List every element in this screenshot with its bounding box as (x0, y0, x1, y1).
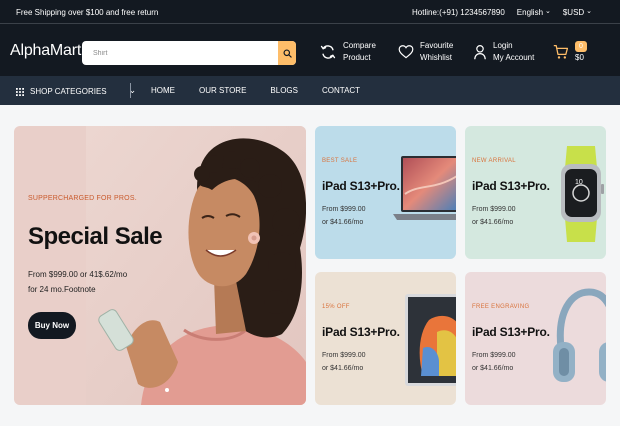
top-bar: Free Shipping over $100 and free return … (0, 0, 620, 24)
cart-total: $0 (575, 53, 584, 62)
promo-card-new-arrival[interactable]: NEW ARRIVAL iPad S13+Pro. From $999.00 o… (465, 126, 606, 259)
grid-menu-icon (16, 87, 24, 96)
card-tag: 15% OFF (322, 304, 350, 310)
logo[interactable]: AlphaMart (10, 42, 81, 60)
wishlist-sublabel: Whishlist (420, 53, 453, 62)
shop-categories-label: SHOP CATEGORIES (30, 87, 107, 96)
promo-card-engraving[interactable]: FREE ENGRAVING iPad S13+Pro. From $999.0… (465, 272, 606, 405)
wishlist-link[interactable]: Favourite Whishlist (398, 40, 453, 64)
search-bar (82, 41, 296, 65)
heart-icon (398, 45, 414, 59)
nav-link-blogs[interactable]: BLOGS (270, 86, 298, 95)
account-sublabel: My Account (493, 53, 535, 62)
currency-select[interactable]: $USD (563, 8, 592, 17)
hero-woman-image (86, 126, 306, 405)
card-price: From $999.00 (322, 352, 366, 359)
search-icon (282, 48, 292, 58)
cart-link[interactable]: 0 $0 (553, 40, 587, 64)
laptop-image (393, 156, 456, 220)
compare-sublabel: Product (343, 53, 371, 62)
hotline[interactable]: Hotline:(+91) 1234567890 (412, 8, 505, 17)
search-button[interactable] (278, 41, 296, 65)
card-product-name: iPad S13+Pro. (472, 179, 550, 193)
card-price: From $999.00 (472, 352, 516, 359)
card-tag: FREE ENGRAVING (472, 304, 530, 310)
nav-link-home[interactable]: HOME (151, 86, 175, 95)
hero-tagline: SUPPERCHARGED FOR PROS. (28, 195, 137, 202)
search-input[interactable] (82, 41, 278, 65)
card-monthly-price: or $41.66/mo (472, 365, 514, 372)
card-monthly-price: or $41.66/mo (322, 219, 364, 226)
hero-financing-line: for 24 mo.Footnote (28, 285, 96, 294)
wishlist-label: Favourite (420, 41, 454, 50)
compare-label: Compare (343, 41, 376, 50)
login-label: Login (493, 41, 513, 50)
promo-card-best-sale[interactable]: BEST SALE iPad S13+Pro. From $999.00 or … (315, 126, 456, 259)
card-price: From $999.00 (472, 206, 516, 213)
shipping-notice: Free Shipping over $100 and free return (16, 8, 159, 17)
hero-title: Special Sale (28, 223, 163, 250)
language-select[interactable]: English (517, 8, 551, 17)
card-product-name: iPad S13+Pro. (472, 325, 550, 339)
headphones-image (553, 288, 606, 382)
main-content: SUPPERCHARGED FOR PROS. Special Sale Fro… (0, 105, 620, 426)
card-tag: NEW ARRIVAL (472, 158, 516, 164)
shop-categories-dropdown[interactable]: SHOP CATEGORIES ⌄ (16, 85, 136, 97)
compare-icon (320, 45, 336, 59)
compare-product-link[interactable]: Compare Product (319, 40, 376, 64)
promo-card-discount[interactable]: 15% OFF iPad S13+Pro. From $999.00 or $4… (315, 272, 456, 405)
account-link[interactable]: Login My Account (473, 40, 534, 64)
hero-banner: SUPPERCHARGED FOR PROS. Special Sale Fro… (14, 126, 306, 405)
nav-link-our-store[interactable]: OUR STORE (199, 86, 246, 95)
card-price: From $999.00 (322, 206, 366, 213)
main-header: AlphaMart Compare Product Favourite Whis… (0, 24, 620, 76)
main-nav: SHOP CATEGORIES ⌄ HOME OUR STORE BLOGS C… (0, 76, 620, 105)
smartwatch-image: 10 (561, 146, 604, 242)
card-monthly-price: or $41.66/mo (472, 219, 514, 226)
card-product-name: iPad S13+Pro. (322, 325, 400, 339)
card-product-name: iPad S13+Pro. (322, 179, 400, 193)
cart-icon (553, 44, 569, 59)
cart-count-badge: 0 (575, 41, 587, 52)
card-tag: BEST SALE (322, 158, 358, 164)
user-icon (474, 45, 486, 60)
top-bar-right: Hotline:(+91) 1234567890 English $USD (412, 8, 592, 17)
svg-text:10: 10 (575, 179, 583, 186)
nav-link-contact[interactable]: CONTACT (322, 86, 360, 95)
hero-price-line: From $999.00 or 41$.62/mo (28, 270, 128, 279)
tablet-image (405, 294, 456, 386)
nav-links: HOME OUR STORE BLOGS CONTACT (151, 86, 360, 95)
nav-divider (130, 83, 131, 98)
buy-now-button[interactable]: Buy Now (28, 312, 76, 339)
card-monthly-price: or $41.66/mo (322, 365, 364, 372)
